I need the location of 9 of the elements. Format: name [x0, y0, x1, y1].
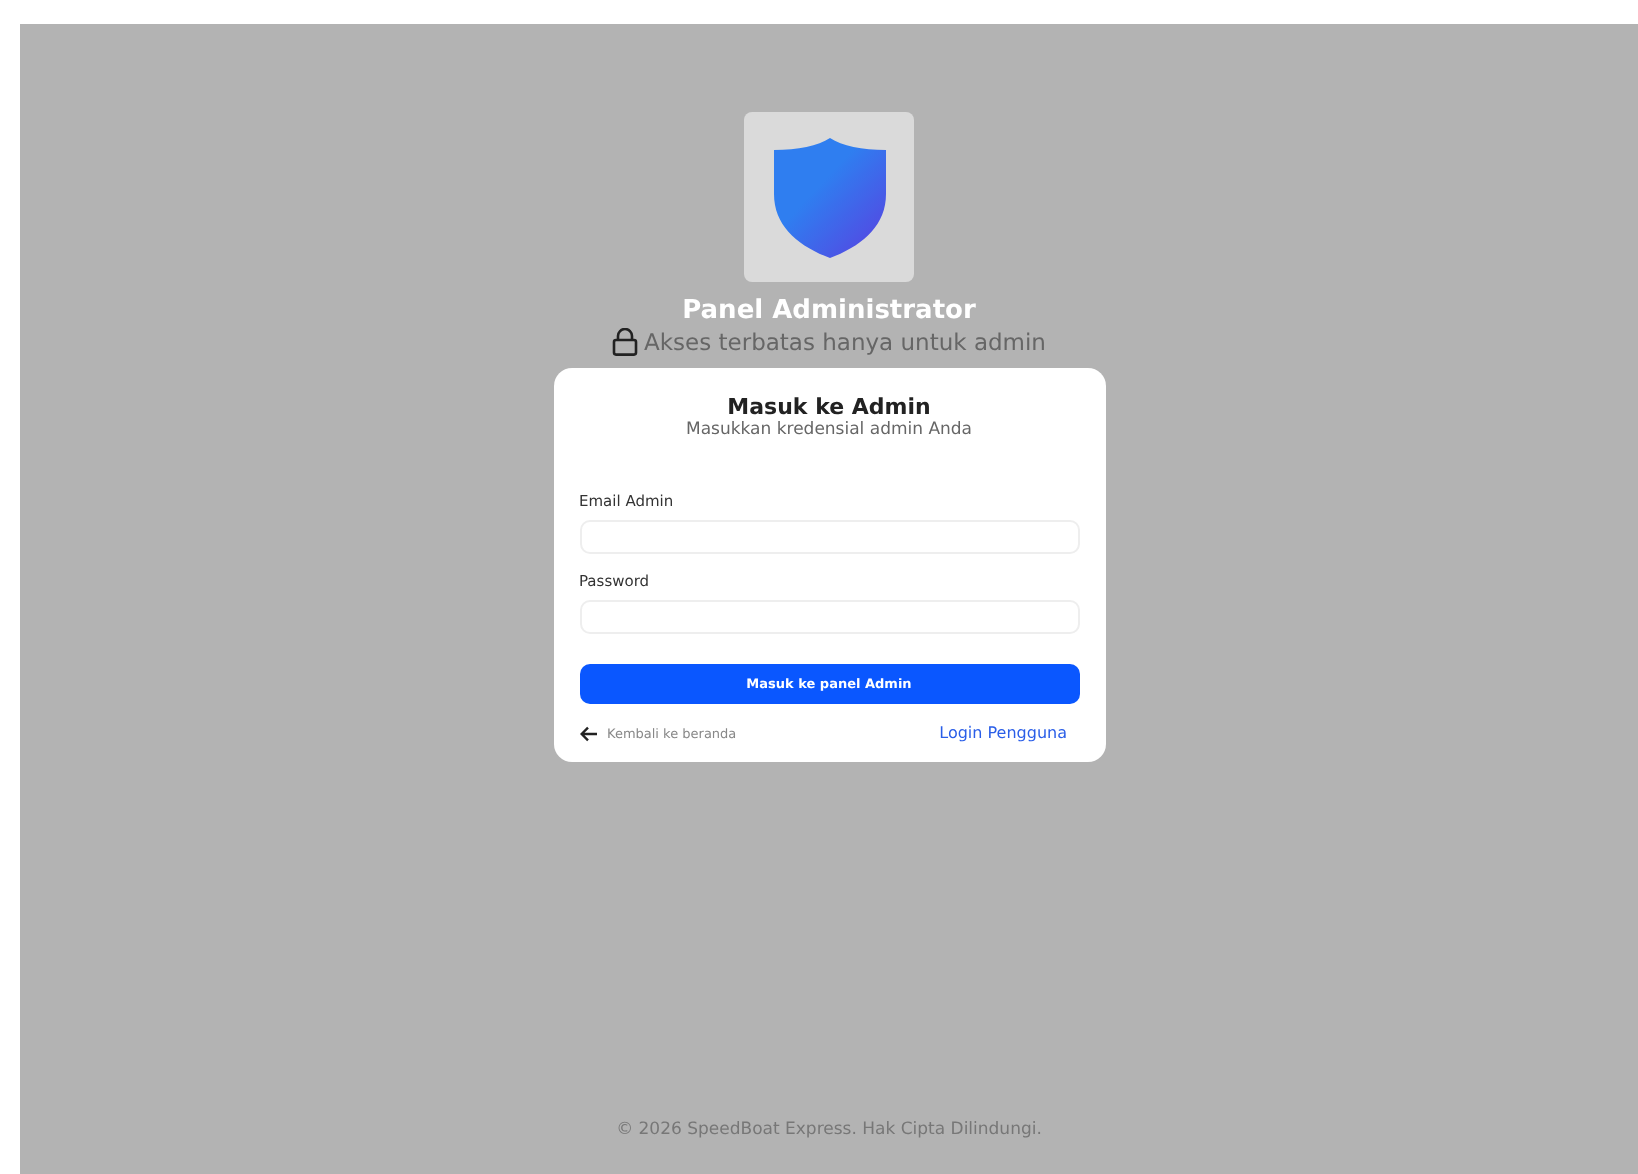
footer-text: © 2026 SpeedBoat Express. Hak Cipta Dilindungi.	[616, 1120, 1042, 1140]
card-title: Masuk ke Admin	[725, 394, 933, 420]
panel-title: Panel Administrator	[682, 296, 976, 326]
user-login-link[interactable]: Login Pengguna	[939, 724, 1067, 742]
arrow-left-icon	[579, 725, 597, 741]
shield-icon	[773, 137, 885, 257]
lock-icon	[612, 328, 639, 356]
card-subtitle: Masukkan kredensial admin Anda	[683, 420, 975, 440]
access-note: Akses terbatas hanya untuk admin	[644, 328, 1046, 356]
